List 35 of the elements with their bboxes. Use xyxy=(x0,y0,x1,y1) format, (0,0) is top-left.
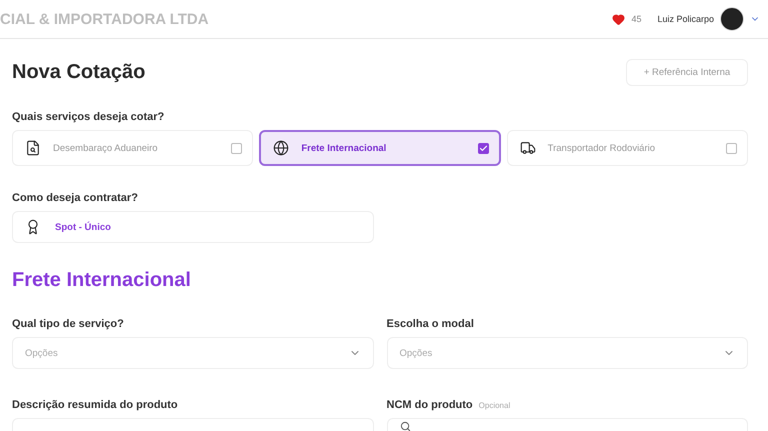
heart-icon[interactable] xyxy=(612,12,626,26)
company-name: CIAL & IMPORTADORA LTDA xyxy=(0,10,209,28)
service-label: Transportador Rodoviário xyxy=(548,142,656,154)
notification-count: 45 xyxy=(631,14,642,24)
section-label: Como deseja contratar? xyxy=(12,192,138,204)
search-icon xyxy=(400,421,410,431)
optional-hint: Opcional xyxy=(478,401,510,410)
service-label: Frete Internacional xyxy=(301,142,388,154)
input-field[interactable] xyxy=(386,418,748,431)
checkbox[interactable] xyxy=(231,142,242,154)
section-title: Frete Internacional xyxy=(12,269,192,292)
service-option[interactable]: Transportador Rodoviário xyxy=(506,130,748,166)
field-label: Escolha o modal xyxy=(386,318,474,330)
field-label: Descrição resumida do produto xyxy=(12,399,178,411)
globe-icon xyxy=(273,140,290,156)
contract-value: Spot - Único xyxy=(55,222,111,232)
service-option[interactable]: Desembaraço Aduaneiro xyxy=(12,130,254,166)
reference-button[interactable]: + Referência Interna xyxy=(626,59,748,86)
select-field[interactable]: Opções xyxy=(386,337,748,369)
select-placeholder: Opções xyxy=(400,348,432,358)
section-label: Quais serviços deseja cotar? xyxy=(12,111,164,123)
truck-icon xyxy=(520,140,536,156)
page-title: Nova Cotação xyxy=(12,61,146,84)
avatar[interactable] xyxy=(720,7,744,31)
service-option[interactable]: Frete Internacional xyxy=(259,130,501,166)
contract-option[interactable]: Spot - Único xyxy=(12,211,374,243)
select-placeholder: Opções xyxy=(25,348,58,358)
field-label: NCM do produto xyxy=(386,399,473,411)
user-name: Luiz Policarpo xyxy=(657,14,714,24)
field-label: Qual tipo de serviço? xyxy=(12,318,124,330)
checkbox[interactable] xyxy=(478,142,489,154)
service-label: Desembaraço Aduaneiro xyxy=(53,142,159,154)
checkbox[interactable] xyxy=(726,142,737,154)
select-field[interactable]: Opções xyxy=(12,337,374,369)
document-search-icon xyxy=(25,140,41,156)
